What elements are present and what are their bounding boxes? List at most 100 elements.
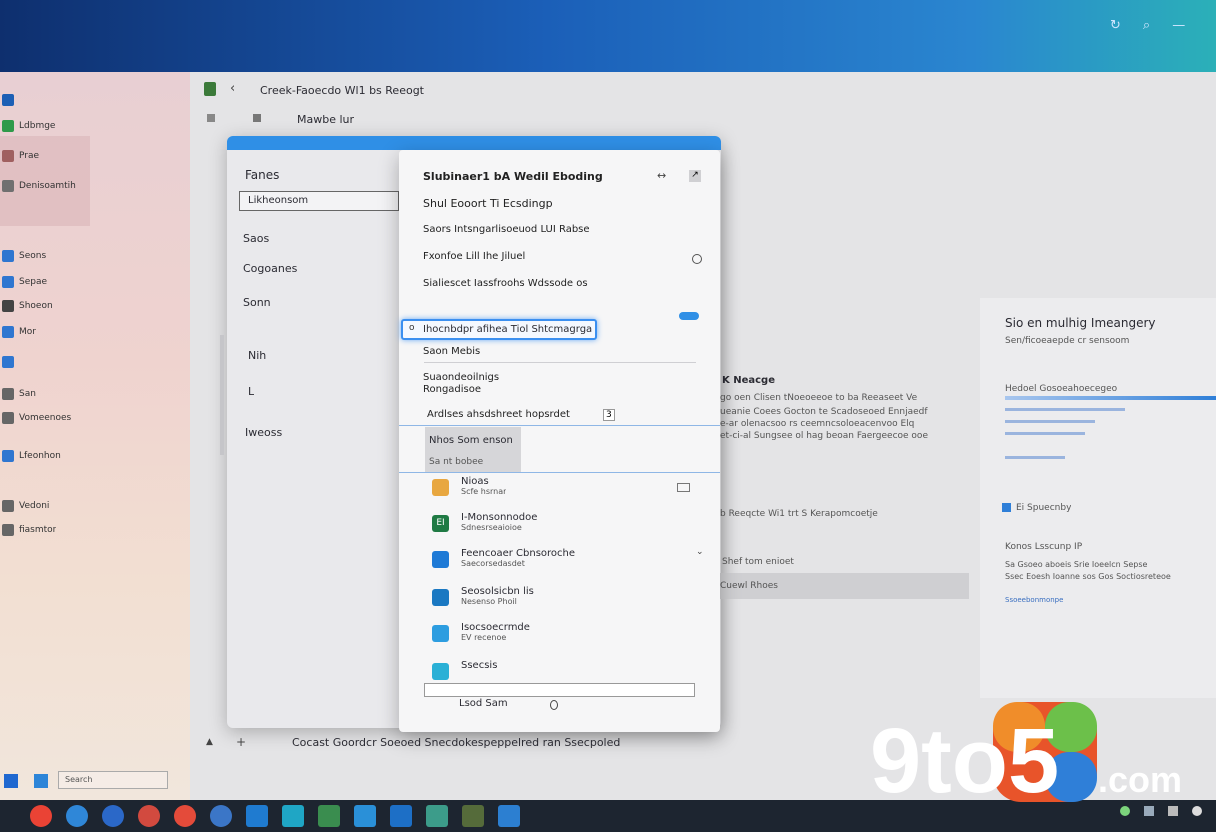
shield-icon: [204, 82, 216, 96]
sidebar-item[interactable]: fiasmtor: [0, 520, 190, 540]
left-search-label: Search: [65, 775, 93, 784]
toggle-switch[interactable]: [679, 312, 699, 320]
dialog-row[interactable]: Saors Intsngarlisoeuod LUI Rabse: [423, 224, 590, 235]
radio-icon[interactable]: [550, 700, 558, 710]
app-row[interactable]: Feencoaer Cbnsoroche Saecorsedasdet: [432, 548, 575, 576]
settings-item[interactable]: Saos: [243, 232, 269, 245]
left-sidebar-items: Ldbmge Prae Denisoamtih Seons Sepae Shoeon Mor…: [0, 0, 192, 800]
settings-item[interactable]: Iweoss: [245, 426, 282, 439]
status-text: Cocast Goordcr Soeoed Snecdokespeppelred…: [292, 736, 621, 749]
taskbar-app-icon[interactable]: [30, 805, 52, 827]
settings-item[interactable]: Cogoanes: [243, 262, 297, 275]
app-sub: Sdnesrseaioioe: [461, 523, 522, 532]
app-text: Seosolsicbn lis Nesenso Phoil: [461, 586, 534, 606]
sidebar-item[interactable]: Denisoamtih: [0, 176, 190, 196]
taskbar-app-icon[interactable]: [354, 805, 376, 827]
sidebar-item-icon: [2, 524, 14, 536]
up-icon[interactable]: ▲: [206, 737, 213, 747]
taskbar-app-icon[interactable]: [138, 805, 160, 827]
settings-icon[interactable]: [1192, 806, 1202, 816]
left-search-input[interactable]: Search: [58, 771, 168, 789]
separator-line: [399, 425, 720, 426]
radio-icon[interactable]: [692, 254, 702, 264]
address-bar[interactable]: ‹ Creek-Faoecdo Wl1 bs Reeogt: [200, 78, 1200, 104]
sidebar-item[interactable]: San: [0, 384, 190, 404]
blur-line: [1005, 408, 1125, 411]
sidebar-item[interactable]: Prae: [0, 146, 190, 166]
center-line: ueanie Coees Gocton te Scadoseoed Ennjae…: [720, 407, 928, 417]
chevron-down-icon[interactable]: ⌄: [696, 547, 704, 557]
settings-item[interactable]: Sonn: [243, 296, 271, 309]
settings-item[interactable]: L: [248, 385, 254, 398]
minimize-icon[interactable]: —: [1172, 18, 1185, 33]
windows-icon[interactable]: [4, 774, 18, 788]
sidebar-item[interactable]: Mor: [0, 322, 190, 342]
sidebar-item-label: Denisoamtih: [19, 181, 76, 191]
taskbar-app-icon[interactable]: [210, 805, 232, 827]
list-icon[interactable]: [253, 114, 261, 122]
pin-icon[interactable]: ↗: [689, 170, 701, 182]
taskbar-app-icon[interactable]: [426, 805, 448, 827]
taskbar-app-icon[interactable]: [246, 805, 268, 827]
bottom-input[interactable]: [424, 683, 695, 697]
network-icon[interactable]: [1120, 806, 1130, 816]
option-row[interactable]: Suaondeoilnigs Rongadisoe: [423, 372, 513, 396]
taskbar-app-icon[interactable]: [174, 805, 196, 827]
taskbar-app-icon[interactable]: [102, 805, 124, 827]
settings-item[interactable]: Nih: [248, 349, 266, 362]
app-sub: Saecorsedasdet: [461, 559, 525, 568]
sidebar-item[interactable]: Vedoni: [0, 496, 190, 516]
expand-icon[interactable]: ↔: [657, 169, 666, 182]
dialog-row[interactable]: Sialiescet Iassfroohs Wdssode os: [423, 278, 588, 289]
sidebar-item[interactable]: Seons: [0, 246, 190, 266]
taskbar-app-icon[interactable]: [390, 805, 412, 827]
app-text: Ssecsis: [461, 660, 497, 671]
sidebar-item-icon: [2, 300, 14, 312]
flag-icon: [432, 551, 449, 568]
taskbar-app-icon[interactable]: [282, 805, 304, 827]
dialog-row[interactable]: Shul Eooort Ti Ecsdingp: [423, 197, 553, 210]
add-icon[interactable]: +: [236, 735, 246, 749]
settings-field[interactable]: Likheonsom: [239, 191, 399, 211]
app-name: I-Monsonnodoe: [461, 512, 538, 523]
folder-icon[interactable]: [34, 774, 48, 788]
app-row[interactable]: Seosolsicbn lis Nesenso Phoil: [432, 586, 534, 614]
selected-sub: Sa nt bobee: [429, 457, 484, 467]
sidebar-item[interactable]: Sepae: [0, 272, 190, 292]
sync-icon[interactable]: ↻: [1110, 18, 1121, 33]
sidebar-item[interactable]: Lfeonhon: [0, 446, 190, 466]
sidebar-item[interactable]: [0, 90, 190, 110]
right-title: Sio en mulhig Imeangery: [1005, 316, 1156, 330]
selected-item[interactable]: Nhos Som enson Sa nt bobee: [425, 427, 521, 472]
sidebar-item[interactable]: Vomeenoes: [0, 408, 190, 428]
battery-icon[interactable]: [1168, 806, 1178, 816]
sound-icon[interactable]: [1144, 806, 1154, 816]
taskbar-app-icon[interactable]: [498, 805, 520, 827]
checkbox[interactable]: [677, 483, 690, 492]
search-input[interactable]: o Ihocnbdpr afihea Tiol Shtcmagrgar: [401, 319, 597, 340]
taskbar-app-icon[interactable]: [318, 805, 340, 827]
option-row[interactable]: Saon Mebis: [423, 346, 480, 357]
scrollbar[interactable]: [220, 335, 224, 455]
sidebar-item[interactable]: Ldbmge: [0, 116, 190, 136]
sidebar-item-icon: [2, 356, 14, 368]
app-row[interactable]: EI I-Monsonnodoe Sdnesrseaioioe: [432, 512, 537, 540]
app-row[interactable]: Nioas Scfe hsrnar: [432, 476, 506, 504]
grid-icon[interactable]: [207, 114, 215, 122]
sidebar-item-icon: [2, 412, 14, 424]
subnav-text: Mawbe lur: [297, 113, 355, 126]
app-name: Isocsoecrmde: [461, 622, 530, 633]
option-row[interactable]: Ardlses ahsdshreet hopsrdet: [427, 409, 570, 420]
search-icon[interactable]: ⌕: [1143, 18, 1150, 33]
toggle-icon[interactable]: [1002, 503, 1011, 512]
center-subitem-bg[interactable]: Cuewl Rhoes: [720, 573, 969, 599]
app-row[interactable]: Isocsoecrmde EV recenoe: [432, 622, 530, 650]
taskbar-app-icon[interactable]: [462, 805, 484, 827]
sidebar-item[interactable]: Shoeon: [0, 296, 190, 316]
dialog-row[interactable]: Fxonfoe Lill Ihe Jiluel: [423, 251, 525, 262]
back-icon[interactable]: ‹: [230, 81, 235, 96]
right-link[interactable]: Ssoeebonmonpe: [1005, 596, 1063, 604]
taskbar-app-icon[interactable]: [66, 805, 88, 827]
sidebar-item-icon: [2, 94, 14, 106]
sidebar-item[interactable]: [0, 352, 190, 372]
